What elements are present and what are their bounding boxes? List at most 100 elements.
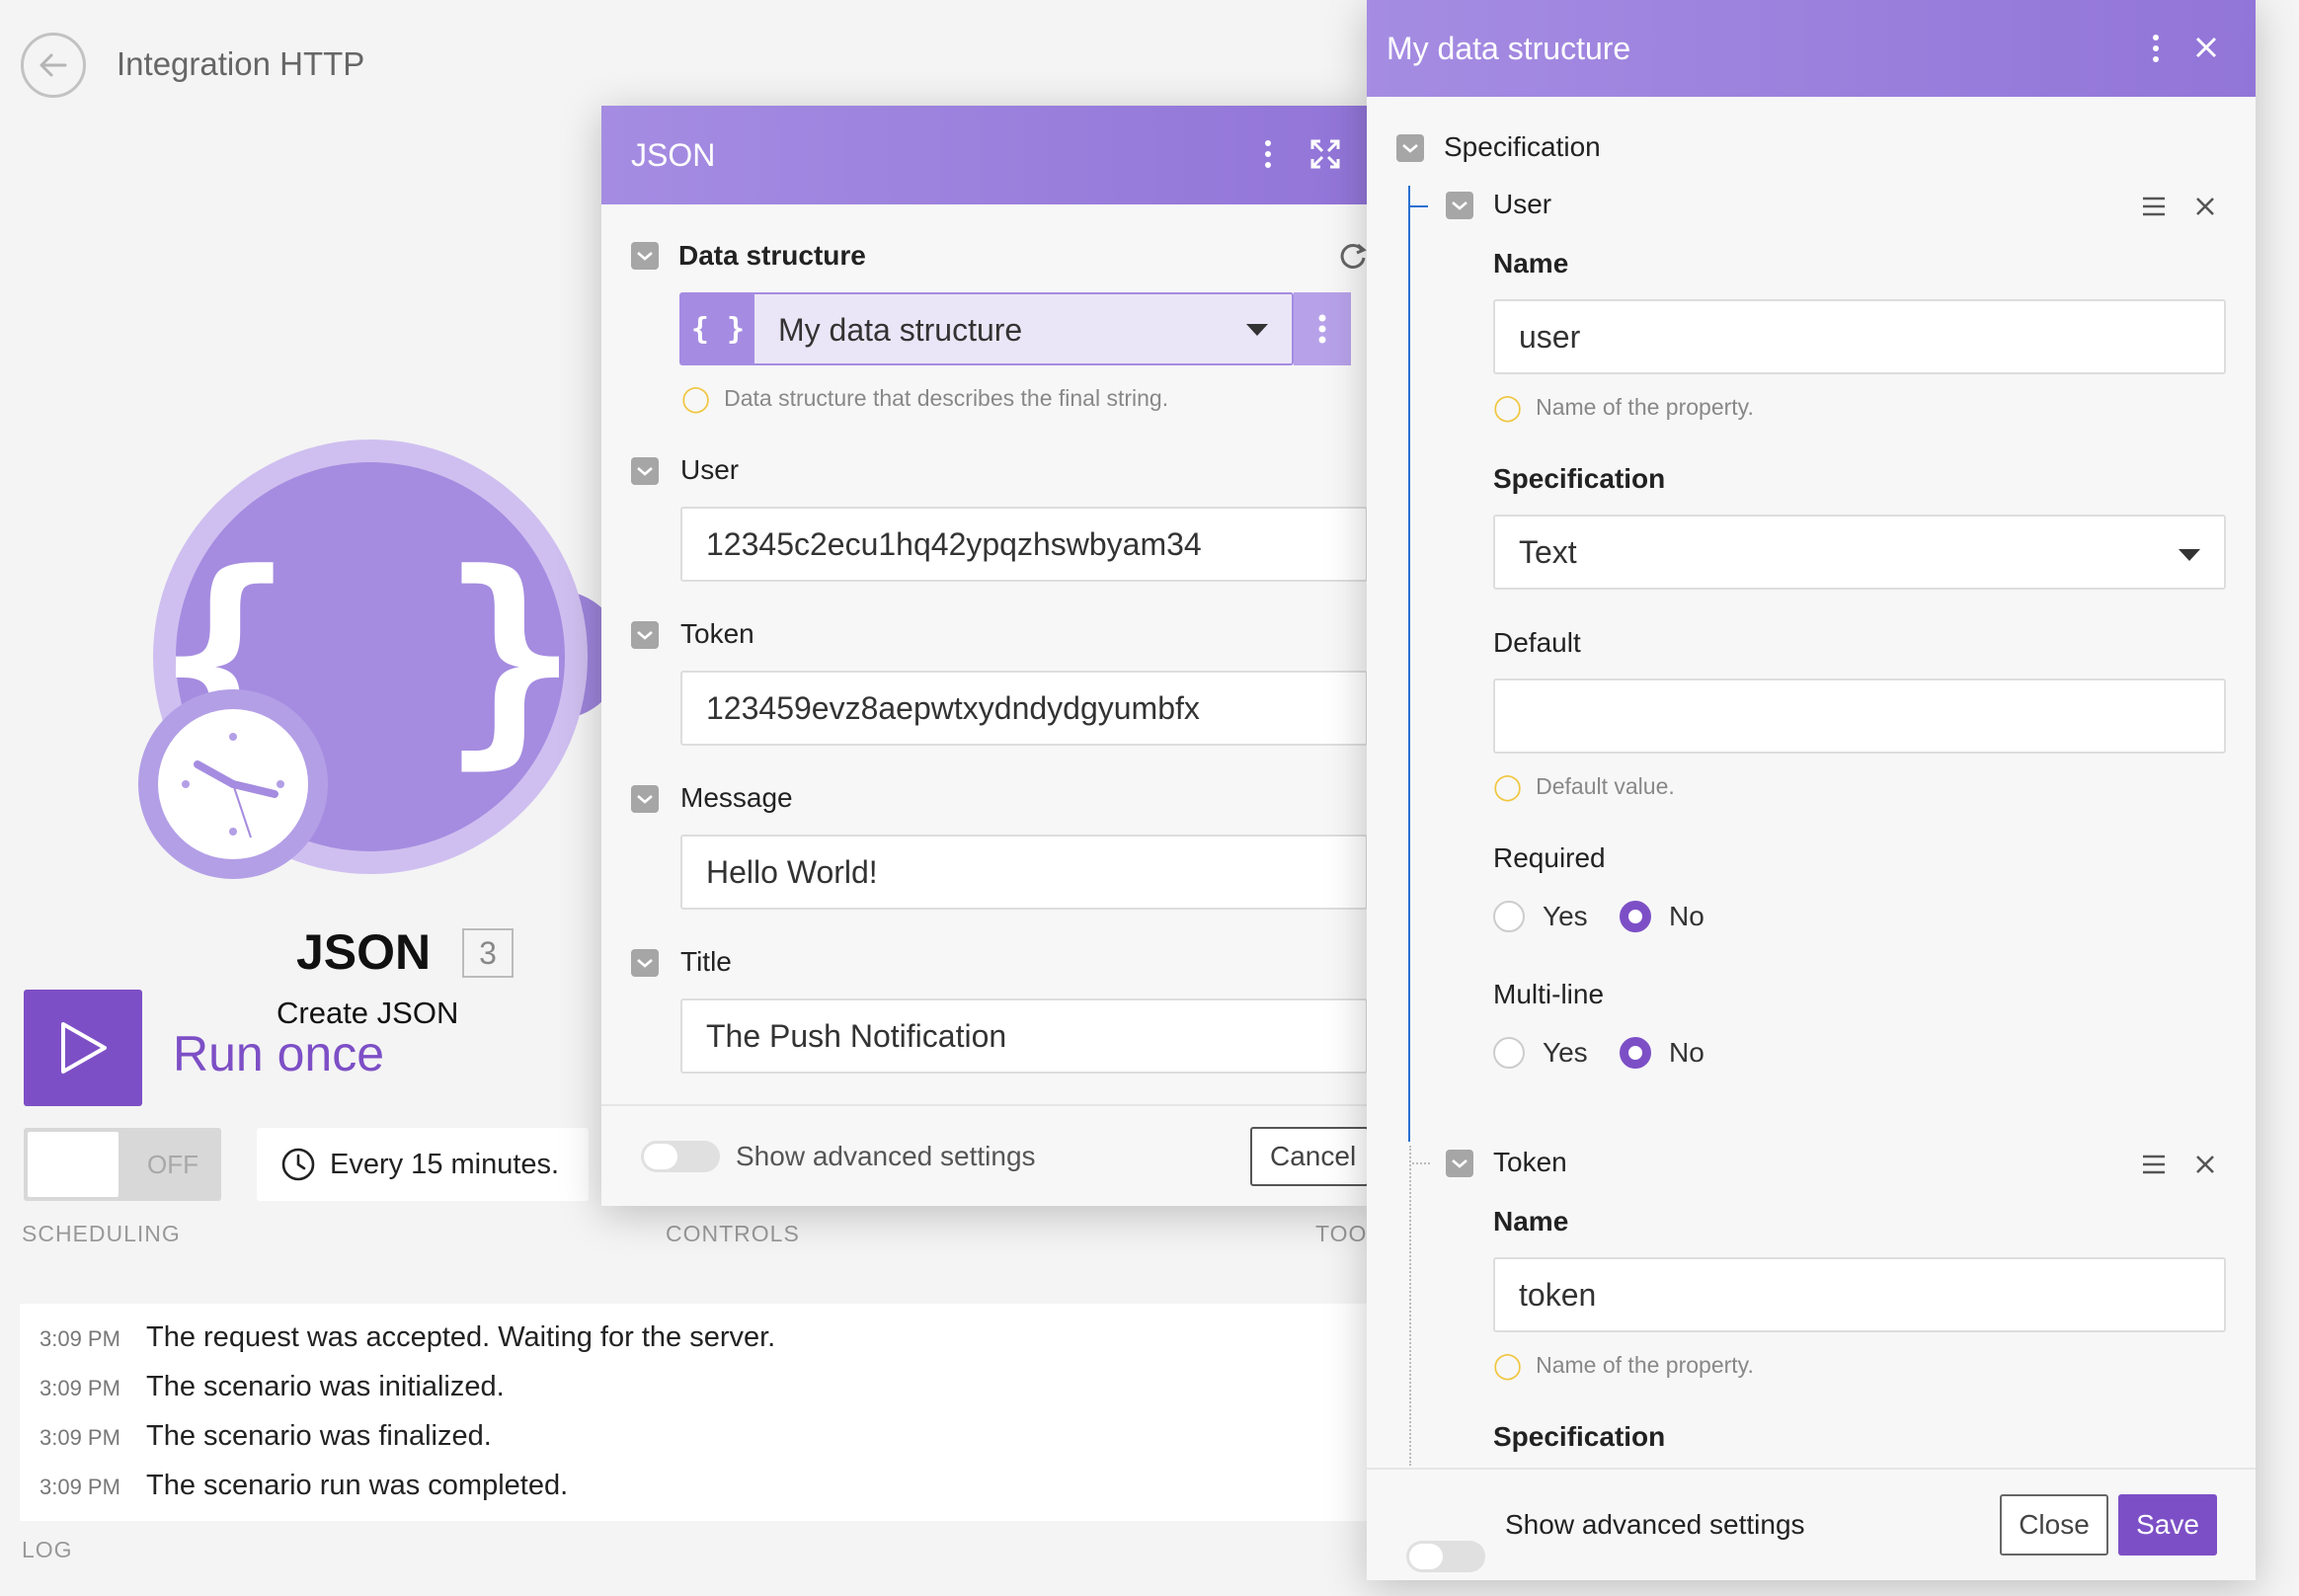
user-name-label: Name [1493, 248, 1569, 279]
back-button[interactable] [21, 33, 86, 98]
refresh-icon[interactable] [1338, 241, 1368, 276]
run-once-label[interactable]: Run once [173, 1025, 384, 1082]
json-braces-icon: { } [681, 294, 754, 363]
message-field-collapse[interactable] [631, 785, 659, 813]
ds-advanced-toggle[interactable] [1406, 1541, 1485, 1572]
user-name-hint: ◯ Name of the property. [1493, 392, 1754, 423]
user-required-label: Required [1493, 842, 1606, 873]
tools-section-label: TOO [1315, 1221, 1368, 1246]
data-structure-hint-text: Data structure that describes the final … [724, 385, 1169, 411]
token-input[interactable]: 123459evz8aepwtxydndydgyumbfx [680, 671, 1368, 746]
log-time: 3:09 PM [40, 1376, 120, 1400]
chevron-down-icon [1246, 324, 1268, 336]
toggle-state: OFF [147, 1150, 198, 1179]
user-field-collapse[interactable] [631, 457, 659, 485]
token-name-input[interactable]: token [1493, 1257, 2226, 1332]
schedule-setting[interactable]: Every 15 minutes. [257, 1128, 589, 1201]
log-text: The request was accepted. Waiting for th… [146, 1321, 776, 1353]
kebab-menu-icon[interactable] [1260, 136, 1276, 177]
token-name-label: Name [1493, 1206, 1569, 1237]
multiline-no-label: No [1669, 1037, 1704, 1068]
message-input[interactable]: Hello World! [680, 835, 1368, 910]
play-icon [61, 1022, 107, 1074]
user-spec-select[interactable]: Text [1493, 515, 2226, 590]
user-name-input[interactable]: user [1493, 299, 2226, 374]
drag-handle-icon[interactable] [2141, 196, 2167, 222]
remove-token-icon[interactable] [2194, 1154, 2216, 1180]
title-field-label: Title [680, 946, 732, 977]
log-row: 3:09 PM The request was accepted. Waitin… [20, 1321, 1383, 1371]
log-row: 3:09 PM The scenario was finalized. [20, 1420, 1383, 1470]
specification-collapse[interactable] [1396, 134, 1424, 162]
token-name-hint-text: Name of the property. [1536, 1352, 1754, 1378]
required-yes-label: Yes [1543, 901, 1588, 931]
log-time: 3:09 PM [40, 1425, 120, 1450]
json-dialog-title: JSON [631, 136, 716, 173]
user-spec-value: Text [1519, 533, 1577, 570]
module-name: JSON [296, 924, 432, 980]
close-icon[interactable] [2192, 34, 2220, 66]
clock-icon [281, 1148, 315, 1181]
user-item-collapse[interactable] [1446, 192, 1473, 219]
data-structure-select[interactable]: { } My data structure [679, 292, 1294, 365]
user-default-label: Default [1493, 627, 1581, 658]
toggle-knob [28, 1132, 119, 1197]
close-button[interactable]: Close [2000, 1494, 2108, 1556]
ds-advanced-label: Show advanced settings [1505, 1509, 1805, 1540]
user-default-hint: ◯ Default value. [1493, 771, 1675, 802]
required-no-label: No [1669, 901, 1704, 931]
token-spec-label: Specification [1493, 1421, 1666, 1452]
user-default-input[interactable] [1493, 678, 2226, 754]
kebab-menu-icon[interactable] [2148, 32, 2164, 70]
lightbulb-icon: ◯ [1493, 771, 1523, 801]
ds-dialog-title: My data structure [1387, 30, 1631, 66]
scheduling-toggle[interactable]: OFF [24, 1128, 221, 1201]
required-radio-group: Yes No [1493, 901, 1704, 932]
user-item-label: User [1493, 189, 1552, 219]
log-time: 3:09 PM [40, 1326, 120, 1351]
user-spec-label: Specification [1493, 463, 1666, 494]
log-text: The scenario was finalized. [146, 1420, 492, 1452]
multiline-yes-label: Yes [1543, 1037, 1588, 1068]
user-multiline-label: Multi-line [1493, 979, 1605, 1009]
user-input[interactable]: 12345c2ecu1hq42ypqzhswbyam34 [680, 507, 1368, 582]
token-field-collapse[interactable] [631, 621, 659, 649]
cancel-button[interactable]: Cancel [1250, 1127, 1369, 1186]
data-structure-more-button[interactable] [1294, 292, 1351, 365]
data-structure-label: Data structure [678, 240, 866, 271]
run-once-button[interactable] [24, 990, 142, 1106]
ds-dialog-header: My data structure [1367, 0, 2256, 97]
data-structure-collapse[interactable] [631, 242, 659, 270]
message-field-label: Message [680, 782, 793, 813]
title-field-collapse[interactable] [631, 949, 659, 977]
scenario-title: Integration HTTP [117, 45, 365, 82]
json-dialog-header: JSON [601, 106, 1368, 204]
title-input[interactable]: The Push Notification [680, 998, 1368, 1074]
json-advanced-toggle[interactable] [641, 1141, 720, 1172]
multiline-no-radio[interactable] [1620, 1037, 1651, 1069]
chevron-down-icon [2179, 549, 2200, 561]
user-default-hint-text: Default value. [1536, 773, 1675, 799]
save-button[interactable]: Save [2118, 1494, 2217, 1556]
token-item-collapse[interactable] [1446, 1150, 1473, 1177]
specification-label: Specification [1444, 131, 1601, 162]
log-text: The scenario run was completed. [146, 1470, 569, 1501]
log-row: 3:09 PM The scenario run was completed. [20, 1470, 1383, 1519]
log-text: The scenario was initialized. [146, 1371, 505, 1402]
remove-user-icon[interactable] [2194, 196, 2216, 222]
multiline-yes-radio[interactable] [1493, 1037, 1525, 1069]
drag-handle-icon[interactable] [2141, 1154, 2167, 1180]
user-field-label: User [680, 454, 740, 485]
required-no-radio[interactable] [1620, 901, 1651, 932]
user-name-hint-text: Name of the property. [1536, 394, 1754, 420]
controls-section-label: CONTROLS [666, 1221, 800, 1246]
log-time: 3:09 PM [40, 1475, 120, 1499]
lightbulb-icon: ◯ [1493, 392, 1523, 422]
expand-icon[interactable] [1308, 137, 1342, 176]
lightbulb-icon: ◯ [1493, 1350, 1523, 1380]
tree-branch [1412, 1162, 1430, 1164]
schedule-text: Every 15 minutes. [330, 1148, 560, 1180]
tree-line [1408, 186, 1410, 1142]
token-item-label: Token [1493, 1147, 1567, 1177]
required-yes-radio[interactable] [1493, 901, 1525, 932]
